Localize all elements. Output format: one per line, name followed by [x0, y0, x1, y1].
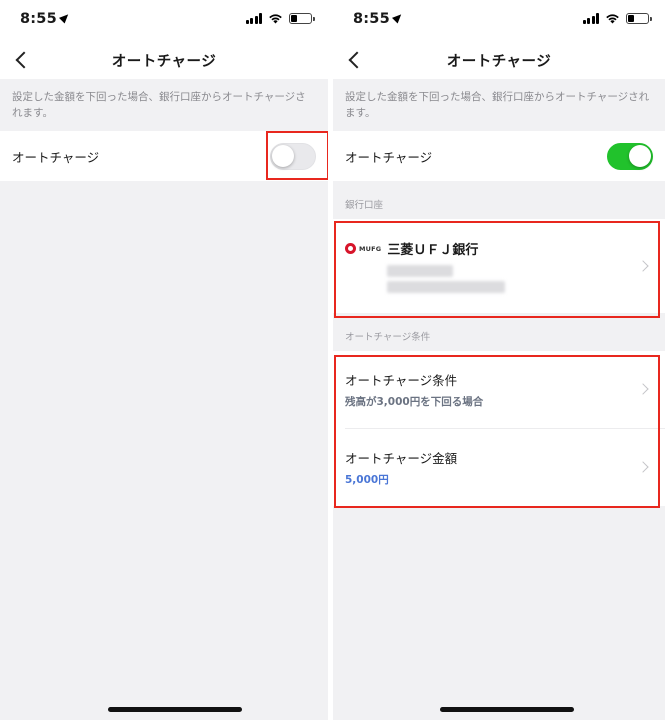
- page-title: オートチャージ: [111, 54, 217, 70]
- location-arrow-icon: [391, 11, 404, 24]
- charge-condition-row[interactable]: オートチャージ条件 残高が3,000円を下回る場合: [333, 351, 665, 428]
- home-indicator: [440, 707, 574, 712]
- toggle-knob: [272, 144, 294, 167]
- conditions-section-header: オートチャージ条件: [345, 332, 431, 343]
- auto-charge-toggle[interactable]: [607, 142, 653, 170]
- chevron-right-icon: [637, 383, 649, 395]
- condition-value: 残高が3,000円を下回る場合: [345, 396, 484, 408]
- auto-charge-row: オートチャージ: [0, 131, 328, 181]
- amount-title: オートチャージ金額: [345, 451, 458, 466]
- charge-amount-row[interactable]: オートチャージ金額 5,000円: [333, 429, 665, 506]
- auto-charge-label: オートチャージ: [345, 149, 433, 165]
- bank-account-row[interactable]: MUFG 三菱ＵＦＪ銀行: [333, 219, 665, 313]
- bank-card: MUFG 三菱ＵＦＪ銀行: [333, 219, 665, 313]
- conditions-card: オートチャージ条件 残高が3,000円を下回る場合 オートチャージ金額 5,00…: [333, 351, 665, 506]
- cellular-signal-icon: [582, 13, 599, 24]
- nav-bar: オートチャージ: [0, 42, 328, 79]
- mufg-logo-text: MUFG: [359, 244, 382, 253]
- battery-icon: [626, 13, 652, 24]
- left-screen: 8:55 オートチャージ 設定した金額を下回った場合、銀行口座からオートチャージ…: [0, 0, 328, 720]
- condition-title: オートチャージ条件: [345, 373, 458, 388]
- auto-charge-toggle[interactable]: [270, 142, 316, 170]
- wifi-icon: [606, 14, 619, 24]
- auto-charge-row: オートチャージ: [333, 131, 665, 181]
- page-title: オートチャージ: [446, 54, 552, 70]
- chevron-right-icon: [637, 461, 649, 473]
- back-chevron-icon[interactable]: [348, 51, 366, 69]
- auto-charge-label: オートチャージ: [12, 149, 100, 165]
- battery-icon: [289, 13, 315, 24]
- mufg-logo: MUFG: [345, 243, 381, 254]
- back-chevron-icon[interactable]: [15, 51, 33, 69]
- right-screen: 8:55 オートチャージ 設定した金額を下回った場合、銀行口座からオートチャージ…: [333, 0, 665, 720]
- toggle-knob: [629, 144, 651, 167]
- home-indicator: [108, 707, 242, 712]
- wifi-icon: [269, 14, 282, 24]
- mufg-logo-icon: [345, 243, 356, 254]
- description-text: 設定した金額を下回った場合、銀行口座からオートチャージされます。: [0, 79, 328, 131]
- status-time: 8:55: [353, 11, 390, 27]
- cellular-signal-icon: [245, 13, 262, 24]
- nav-bar: オートチャージ: [333, 42, 665, 79]
- redacted-account-info: [387, 265, 453, 277]
- description-text: 設定した金額を下回った場合、銀行口座からオートチャージされます。: [333, 79, 665, 131]
- amount-value: 5,000円: [345, 474, 389, 486]
- chevron-right-icon: [637, 260, 649, 272]
- bank-name: 三菱ＵＦＪ銀行: [387, 243, 479, 258]
- status-bar: 8:55: [0, 0, 328, 42]
- redacted-account-info: [387, 281, 505, 293]
- bank-section-header: 銀行口座: [345, 200, 384, 211]
- location-arrow-icon: [58, 11, 71, 24]
- status-time: 8:55: [20, 11, 57, 27]
- status-bar: 8:55: [333, 0, 665, 42]
